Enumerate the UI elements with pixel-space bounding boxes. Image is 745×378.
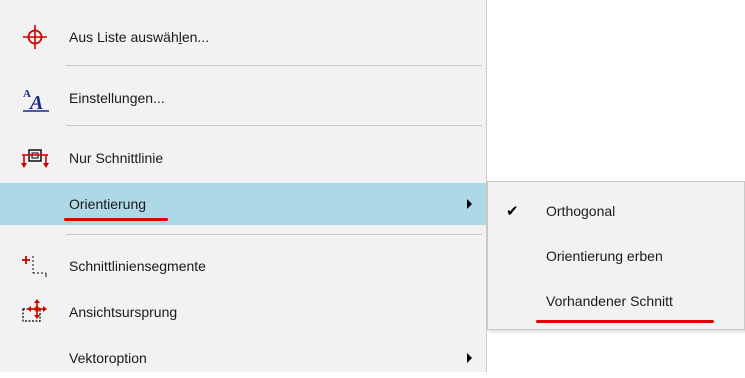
menu-separator [66, 65, 482, 66]
checkmark-icon: ✔ [506, 203, 519, 220]
menu-item-nur-schnittlinie[interactable]: Nur Schnittlinie [0, 138, 486, 178]
menu-item-ansichtsursprung[interactable]: Ansichtsursprung [0, 292, 486, 332]
menu-item-label: Schnittliniensegmente [69, 258, 206, 274]
submenu-arrow-icon [467, 353, 472, 363]
menu-separator [66, 125, 482, 126]
submenu-item-label: Orthogonal [546, 203, 616, 219]
menu-item-label: Orientierung [69, 196, 147, 212]
menu-item-schnittliniensegmente[interactable]: Schnittliniensegmente [0, 246, 486, 286]
section-segments-icon [20, 253, 50, 279]
submenu-item-label: Vorhandener Schnitt [546, 293, 673, 309]
red-annotation-underline [64, 218, 168, 221]
view-origin-icon [20, 299, 50, 325]
orientierung-submenu: ✔ Orthogonal Orientierung erben Vorhande… [487, 181, 745, 330]
menu-item-label: Vektoroption [69, 350, 147, 366]
context-menu: Aus Liste auswählen... A A Einstellungen… [0, 0, 487, 372]
menu-item-label: Ansichtsursprung [69, 304, 178, 320]
red-annotation-underline [536, 320, 714, 323]
menu-item-einstellungen[interactable]: A A Einstellungen... [0, 78, 486, 118]
submenu-item-orientierung-erben[interactable]: Orientierung erben [488, 235, 744, 277]
menu-item-label: Aus Liste auswählen... [69, 29, 210, 45]
submenu-item-label: Orientierung erben [546, 248, 663, 264]
submenu-item-orthogonal[interactable]: ✔ Orthogonal [488, 190, 744, 232]
menu-item-aus-liste-auswaehlen[interactable]: Aus Liste auswählen... [0, 17, 486, 57]
font-settings-icon: A A [20, 85, 50, 114]
section-line-icon [20, 145, 50, 171]
submenu-arrow-icon [467, 199, 472, 209]
svg-text:A: A [28, 92, 43, 113]
submenu-item-vorhandener-schnitt[interactable]: Vorhandener Schnitt [488, 280, 744, 322]
menu-item-vektoroption[interactable]: Vektoroption [0, 338, 486, 378]
crosshair-icon [20, 24, 50, 50]
menu-separator [66, 234, 482, 235]
menu-item-label: Einstellungen... [69, 90, 165, 106]
menu-item-label: Nur Schnittlinie [69, 150, 164, 166]
